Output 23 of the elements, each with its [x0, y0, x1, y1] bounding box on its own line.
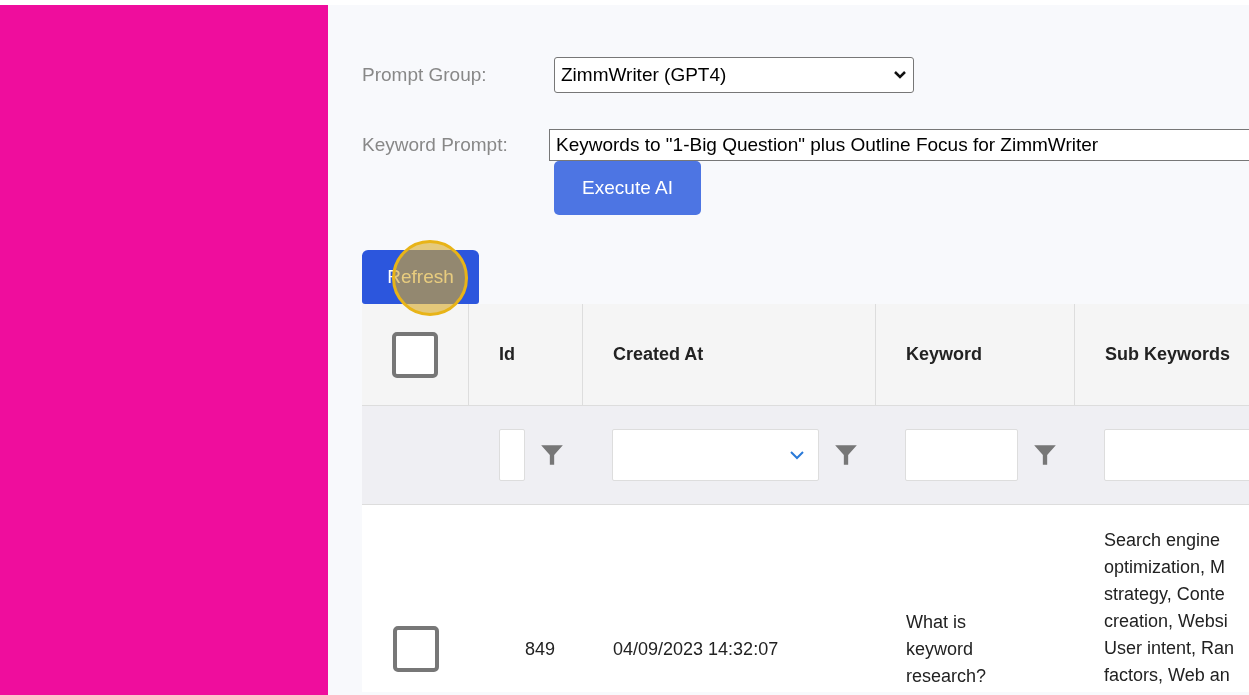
- column-header[interactable]: Id: [499, 341, 515, 368]
- chevron-down-icon: [790, 450, 804, 460]
- chevron-down-icon: [893, 70, 907, 80]
- checkbox[interactable]: [392, 626, 439, 672]
- checkbox[interactable]: [392, 331, 438, 378]
- filter-icon[interactable]: [539, 442, 565, 468]
- keyword-filter-field[interactable]: [905, 429, 1018, 481]
- prompt-group-select[interactable]: ZimmWriter (GPT4): [554, 57, 914, 93]
- column-header[interactable]: Created At: [613, 341, 704, 368]
- table-cell-text: Search engine optimization, M strategy, Conte creation, Websi User intent, Ran factors, Web an: [1104, 529, 1236, 687]
- sub-keywords-filter-field[interactable]: [1104, 429, 1249, 481]
- filter-icon[interactable]: [833, 442, 859, 468]
- id-filter-field[interactable]: [499, 429, 525, 481]
- field-label: Prompt Group:: [362, 62, 488, 87]
- table-cell: 04/09/2023 14:32:07: [613, 639, 779, 659]
- column-header[interactable]: Sub Keywords: [1105, 341, 1231, 368]
- field-label: Keyword Prompt:: [362, 132, 509, 157]
- table-cell-text: 849: [524, 638, 555, 661]
- table-cell-text: What is keyword research?: [906, 611, 988, 688]
- execute-ai-button[interactable]: Execute AI: [554, 161, 701, 215]
- keyword-prompt-field[interactable]: Keywords to "1-Big Question" plus Outline Focus for ZimmWriter: [549, 129, 1249, 161]
- column-header[interactable]: Keyword: [906, 341, 983, 368]
- filter-icon[interactable]: [1032, 442, 1058, 468]
